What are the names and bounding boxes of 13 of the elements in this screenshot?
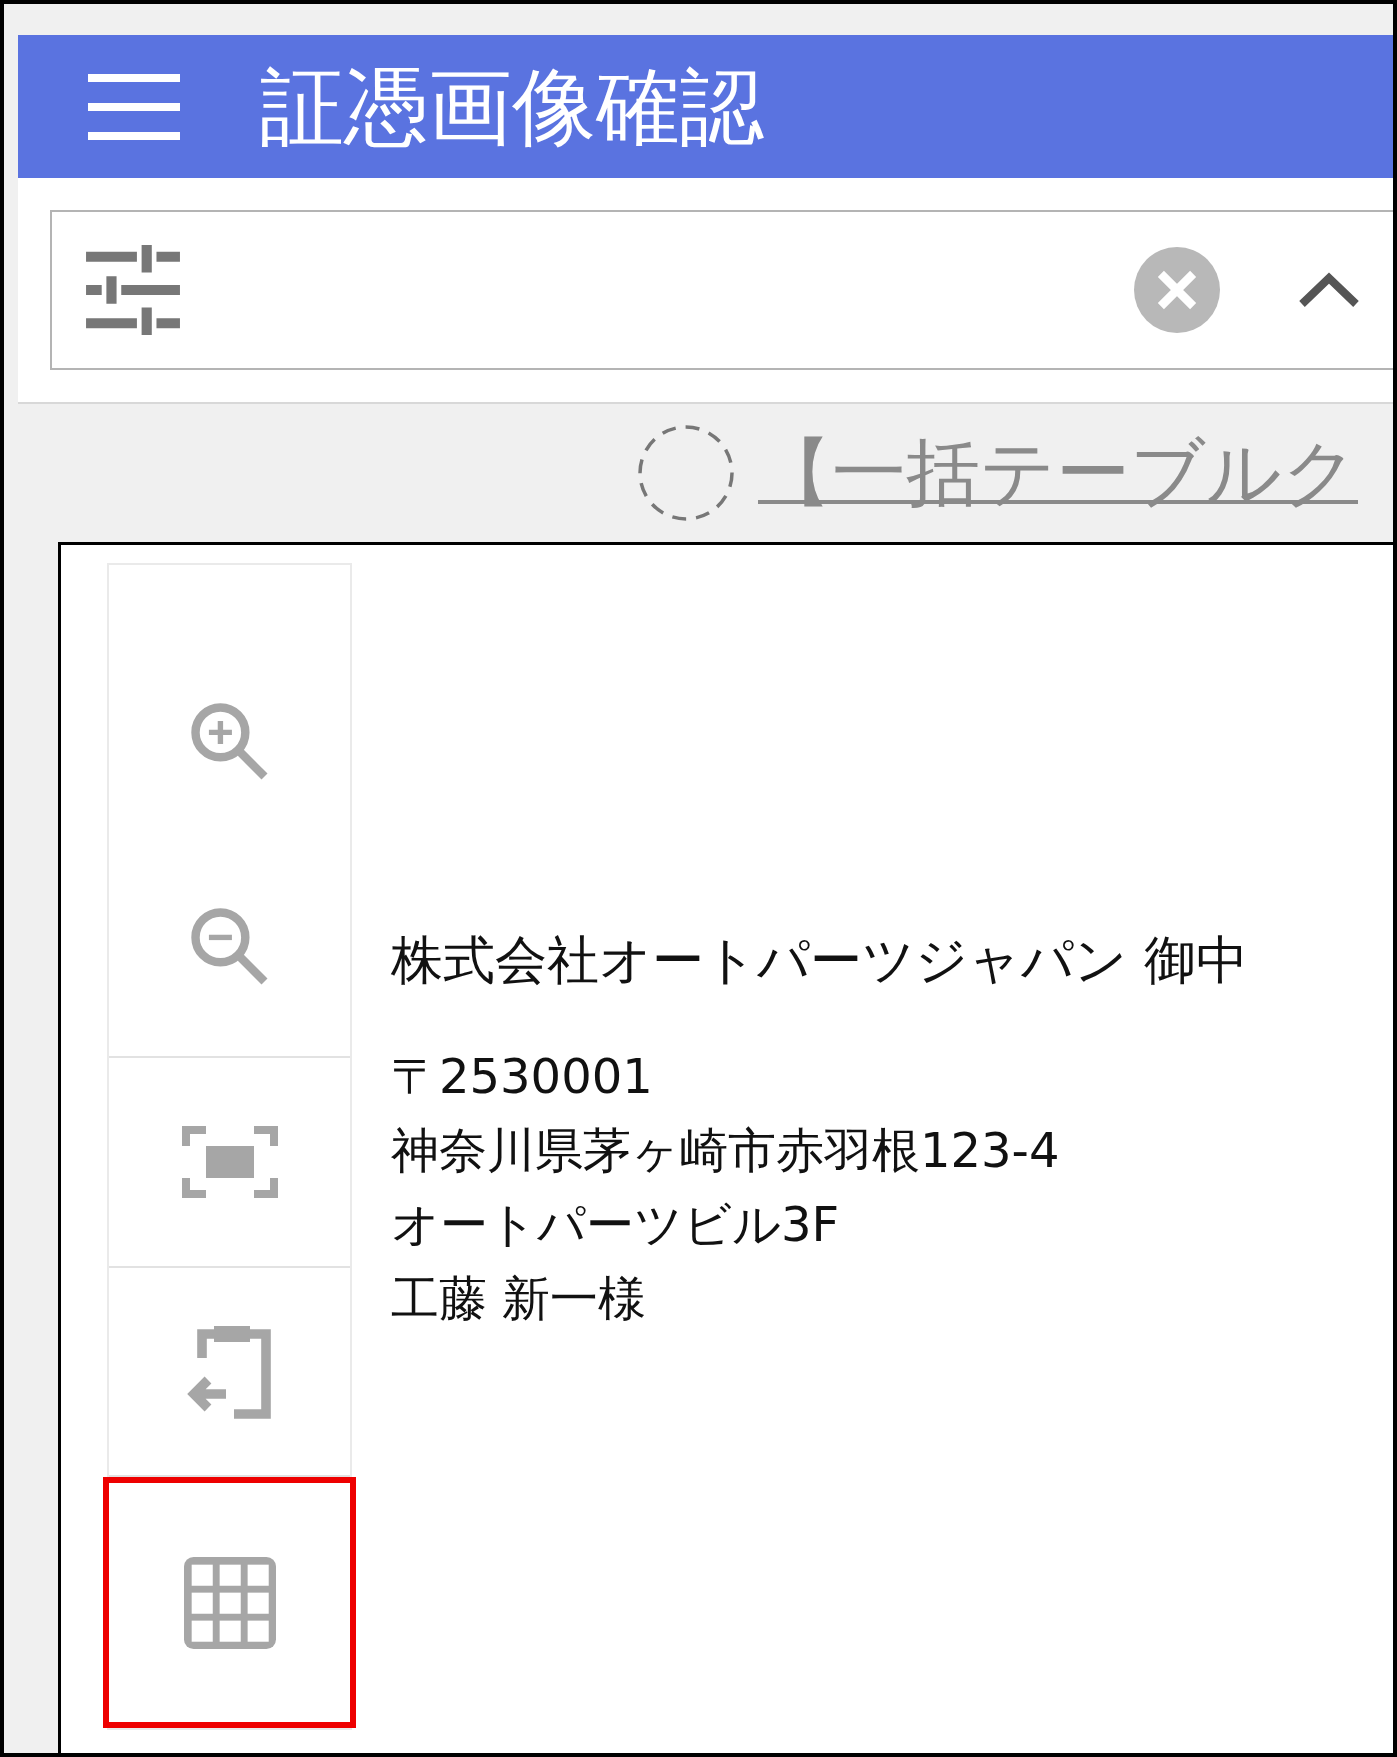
address-line: 〒2530001: [391, 1047, 653, 1106]
address-line: オートパーツビル3F: [391, 1195, 840, 1254]
dashed-circle-icon: [636, 423, 736, 523]
address-line: 神奈川県茅ヶ崎市赤羽根123-4: [391, 1121, 1060, 1180]
addressee-line: 株式会社オートパーツジャパン 御中: [391, 929, 1248, 992]
clear-icon[interactable]: [1134, 247, 1220, 333]
grid-icon: [183, 1556, 276, 1649]
sliders-icon[interactable]: [86, 245, 180, 335]
menu-icon[interactable]: [88, 71, 180, 142]
grid-button[interactable]: [103, 1477, 356, 1728]
page-title: 証憑画像確認: [260, 64, 764, 149]
address-line: 工藤 新一様: [391, 1269, 647, 1328]
chevron-up-icon[interactable]: [1298, 272, 1360, 308]
